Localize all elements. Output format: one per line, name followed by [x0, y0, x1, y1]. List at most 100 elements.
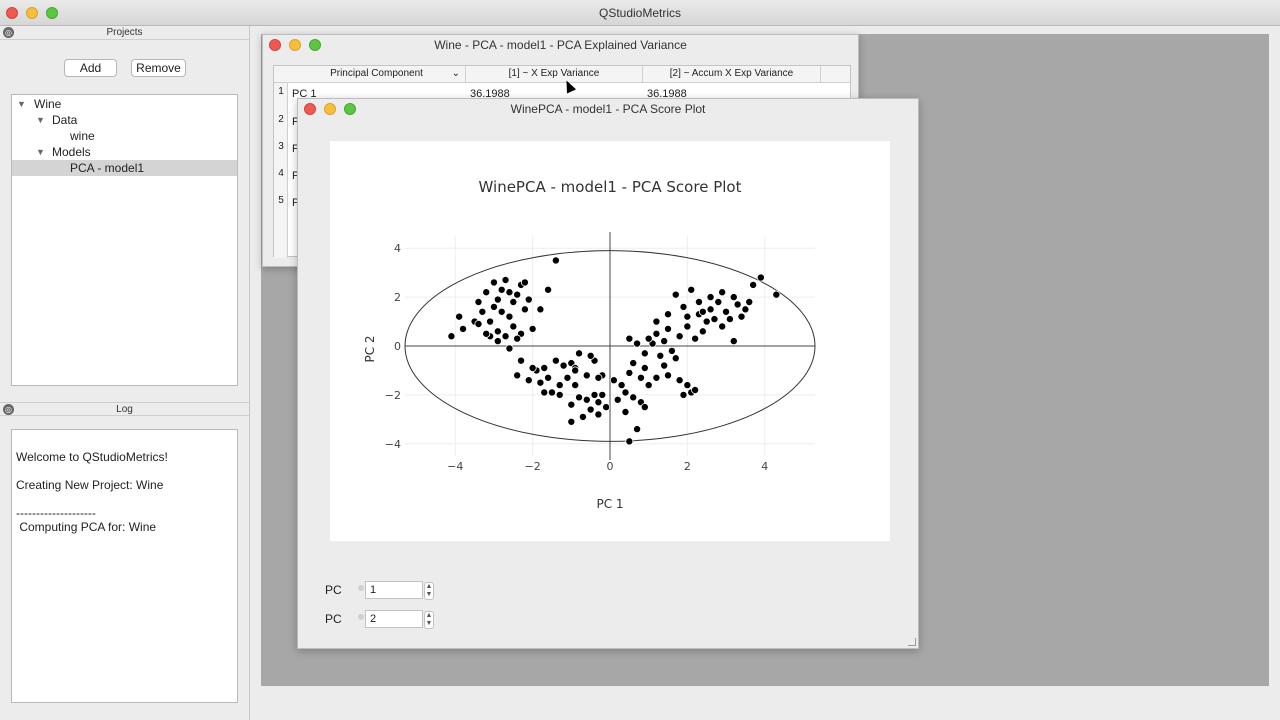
score-plot[interactable]: WinePCA - model1 - PCA Score Plot PC 1 P… — [330, 141, 890, 541]
score-point — [702, 317, 711, 326]
score-point — [745, 297, 754, 306]
column-header-label: Principal Component — [330, 68, 423, 79]
score-point — [772, 290, 781, 299]
tree-item-label: Models — [52, 145, 91, 159]
tree-item-models[interactable]: ▼ Models — [12, 144, 237, 160]
pc2-spinbox[interactable]: 2 ▲ ▼ — [365, 610, 434, 629]
x-tick-label: −2 — [525, 460, 541, 473]
zoom-window-button[interactable] — [344, 103, 356, 115]
zoom-window-button[interactable] — [46, 6, 58, 19]
score-point — [644, 334, 653, 343]
tree-item-label: wine — [70, 129, 95, 143]
score-point — [520, 305, 529, 314]
pc1-spinbox[interactable]: 1 ▲ ▼ — [365, 581, 434, 600]
add-button[interactable]: Add — [64, 59, 117, 77]
expand-triangle-icon[interactable]: ▼ — [17, 96, 26, 112]
score-point — [640, 349, 649, 358]
splitter[interactable] — [249, 26, 250, 720]
log-line: -------------------- — [16, 506, 96, 520]
score-point — [671, 354, 680, 363]
score-point — [501, 275, 510, 284]
focus-dot-icon — [358, 614, 364, 620]
expand-triangle-icon[interactable]: ▼ — [36, 112, 45, 128]
score-point — [652, 317, 661, 326]
score-point — [590, 390, 599, 399]
minimize-window-button[interactable] — [26, 6, 38, 19]
score-point — [447, 332, 456, 341]
log-view[interactable]: Welcome to QStudioMetrics! Creating New … — [11, 429, 238, 703]
score-point — [706, 293, 715, 302]
close-window-button[interactable] — [6, 6, 18, 19]
score-point — [733, 300, 742, 309]
close-window-button[interactable] — [269, 39, 281, 51]
resize-grip-icon[interactable] — [908, 638, 916, 646]
score-point — [683, 381, 692, 390]
y-tick-label: 0 — [394, 340, 401, 353]
spin-arrows-icon[interactable]: ▲ ▼ — [424, 582, 434, 600]
x-axis-label: PC 1 — [596, 497, 623, 511]
score-point — [513, 334, 522, 343]
score-point — [621, 407, 630, 416]
score-point — [625, 334, 634, 343]
score-point — [598, 390, 607, 399]
x-tick-label: 2 — [684, 460, 691, 473]
tree-item-pca-model1[interactable]: PCA - model1 — [12, 160, 237, 176]
column-header-pc[interactable]: Principal Component ⌄ — [288, 66, 466, 82]
score-window-title: WinePCA - model1 - PCA Score Plot — [510, 102, 706, 116]
score-point — [509, 297, 518, 306]
expand-triangle-icon[interactable]: ▼ — [36, 144, 45, 160]
spin-arrows-icon[interactable]: ▲ ▼ — [424, 611, 434, 629]
score-point — [459, 324, 468, 333]
y-tick-label: 2 — [394, 291, 401, 304]
dock-float-icon[interactable]: ◎ — [3, 27, 14, 38]
remove-button[interactable]: Remove — [131, 59, 186, 77]
log-panel-header: ◎ Log — [0, 402, 249, 416]
score-point — [741, 305, 750, 314]
score-plot-window[interactable]: WinePCA - model1 - PCA Score Plot WinePC… — [297, 98, 919, 649]
minimize-window-button[interactable] — [289, 39, 301, 51]
score-point — [528, 363, 537, 372]
variance-window-titlebar[interactable]: Wine - PCA - model1 - PCA Explained Vari… — [263, 35, 858, 55]
score-point — [679, 302, 688, 311]
score-point — [520, 278, 529, 287]
score-point — [613, 395, 622, 404]
row-number: 5 — [278, 195, 284, 206]
y-axis-label: PC 2 — [363, 335, 377, 362]
score-point — [455, 312, 464, 321]
score-point — [629, 393, 638, 402]
score-point — [493, 327, 502, 336]
score-point — [671, 290, 680, 299]
y-tick-label: −4 — [385, 438, 401, 451]
column-header-x-exp-variance[interactable]: [1] ~ X Exp Variance — [466, 66, 643, 82]
app-title: QStudioMetrics — [598, 6, 682, 20]
tree-item-wine-data[interactable]: wine — [12, 128, 237, 144]
row-number: 3 — [278, 141, 284, 152]
score-window-titlebar[interactable]: WinePCA - model1 - PCA Score Plot — [298, 99, 918, 119]
score-point — [505, 312, 514, 321]
score-plot-svg[interactable]: WinePCA - model1 - PCA Score Plot PC 1 P… — [330, 141, 890, 541]
score-point — [540, 388, 549, 397]
project-tree[interactable]: ▼ Wine ▼ Data wine ▼ Models PCA - model1 — [11, 94, 238, 386]
score-point — [544, 285, 553, 294]
score-point — [474, 319, 483, 328]
score-point — [517, 356, 526, 365]
score-point — [571, 381, 580, 390]
score-point — [567, 417, 576, 426]
column-header-accum-variance[interactable]: [2] ~ Accum X Exp Variance — [643, 66, 821, 82]
score-point — [625, 368, 634, 377]
score-point — [567, 400, 576, 409]
tree-item-data[interactable]: ▼ Data — [12, 112, 237, 128]
zoom-window-button[interactable] — [309, 39, 321, 51]
score-point — [729, 293, 738, 302]
score-point — [505, 344, 514, 353]
tree-item-label: Data — [52, 113, 78, 127]
main-titlebar: QStudioMetrics — [0, 0, 1280, 26]
minimize-window-button[interactable] — [324, 103, 336, 115]
close-window-button[interactable] — [304, 103, 316, 115]
tree-item-wine-project[interactable]: ▼ Wine — [12, 96, 237, 112]
score-point — [640, 363, 649, 372]
dock-float-icon[interactable]: ◎ — [3, 404, 14, 415]
y-tick-label: −2 — [385, 389, 401, 402]
score-point — [625, 437, 634, 446]
column-header-label: [1] ~ X Exp Variance — [508, 68, 600, 79]
